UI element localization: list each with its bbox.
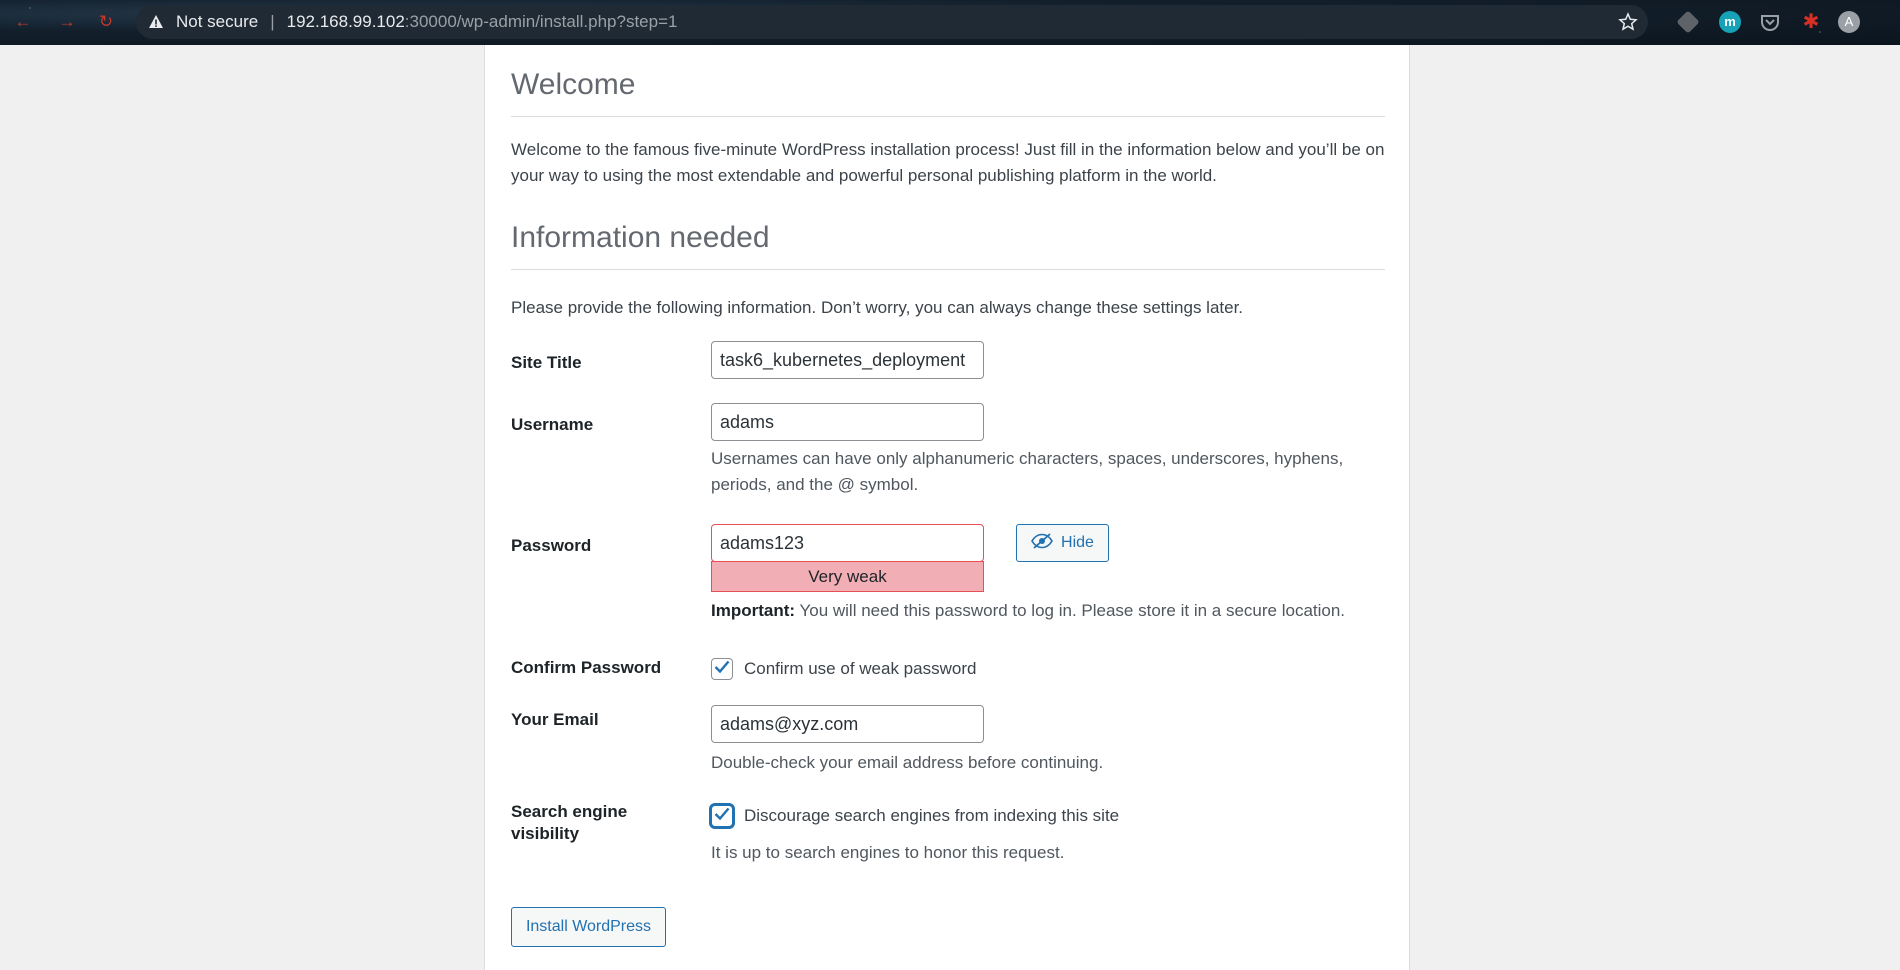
password-input[interactable]: adams123 (711, 524, 984, 562)
address-bar[interactable]: Not secure | 192.168.99.102:30000/wp-adm… (136, 5, 1648, 39)
warning-icon[interactable] (148, 14, 164, 30)
confirm-weak-password-checkbox[interactable] (711, 658, 733, 680)
pocket-icon[interactable] (1759, 11, 1781, 33)
info-heading: Information needed (511, 221, 1385, 270)
discourage-search-engines-checkbox[interactable] (711, 805, 733, 827)
back-arrow-icon[interactable]: ← (12, 11, 34, 33)
url-host[interactable]: 192.168.99.102 (287, 12, 405, 32)
email-label: Your Email (511, 710, 599, 729)
eye-slash-icon (1031, 532, 1053, 554)
email-description: Double-check your email address before c… (711, 753, 1104, 772)
discourage-search-engines-label[interactable]: Discourage search engines from indexing … (744, 805, 1119, 827)
username-description: Usernames can have only alphanumeric cha… (711, 449, 1344, 494)
forward-arrow-icon[interactable]: → (56, 11, 78, 33)
extension-m-icon[interactable]: m (1719, 11, 1741, 33)
checkmark-icon (714, 660, 730, 679)
username-label: Username (511, 415, 594, 434)
password-strength-meter: Very weak (711, 561, 984, 592)
checkmark-icon (714, 807, 730, 826)
install-content: Welcome Welcome to the famous five-minut… (511, 45, 1385, 947)
reload-icon[interactable]: ↻ (95, 11, 117, 33)
confirm-weak-password-label[interactable]: Confirm use of weak password (744, 658, 976, 680)
site-title-label: Site Title (511, 353, 582, 372)
important-text: You will need this password to log in. P… (795, 601, 1346, 620)
search-visibility-label-line2: visibility (511, 824, 580, 843)
search-visibility-label: Search engine visibility (511, 801, 627, 845)
username-input[interactable]: adams (711, 403, 984, 441)
info-text: Please provide the following information… (511, 298, 1244, 317)
hide-password-label: Hide (1061, 534, 1094, 551)
site-title-input[interactable]: task6_kubernetes_deployment (711, 341, 984, 379)
url-path[interactable]: :30000/wp-admin/install.php?step=1 (405, 12, 678, 32)
welcome-text: Welcome to the famous five-minute WordPr… (511, 140, 1385, 185)
hide-password-button[interactable]: Hide (1016, 524, 1109, 562)
bookmark-star-icon[interactable] (1618, 12, 1638, 32)
url-separator: | (270, 12, 275, 31)
profile-avatar[interactable]: A (1838, 11, 1860, 33)
security-status[interactable]: Not secure (176, 12, 258, 32)
search-visibility-description: It is up to search engines to honor this… (711, 843, 1065, 862)
welcome-heading: Welcome (511, 68, 1385, 117)
install-card: Welcome Welcome to the famous five-minut… (484, 45, 1410, 970)
confirm-password-label: Confirm Password (511, 658, 662, 677)
password-important-note: Important: You will need this password t… (711, 598, 1411, 624)
important-prefix: Important: (711, 601, 796, 620)
extension-puzzle-icon[interactable]: ✱ (1800, 11, 1822, 33)
install-wordpress-button[interactable]: Install WordPress (511, 907, 666, 947)
search-visibility-label-line1: Search engine (511, 802, 628, 821)
browser-toolbar: ← → ↻ Not secure | 192.168.99.102:30000/… (0, 0, 1900, 45)
email-input[interactable]: adams@xyz.com (711, 705, 984, 743)
password-label: Password (511, 536, 592, 555)
